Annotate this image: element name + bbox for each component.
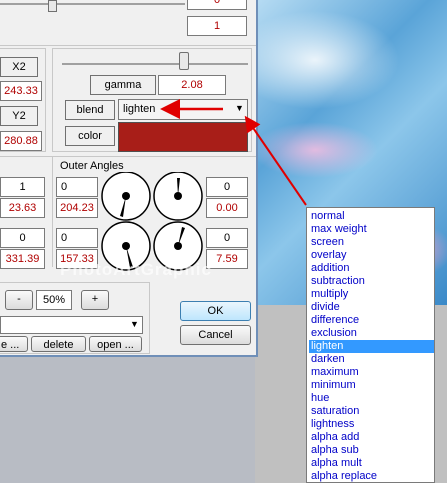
annotation-arrows	[160, 99, 307, 206]
arrow-from-list	[244, 115, 307, 206]
